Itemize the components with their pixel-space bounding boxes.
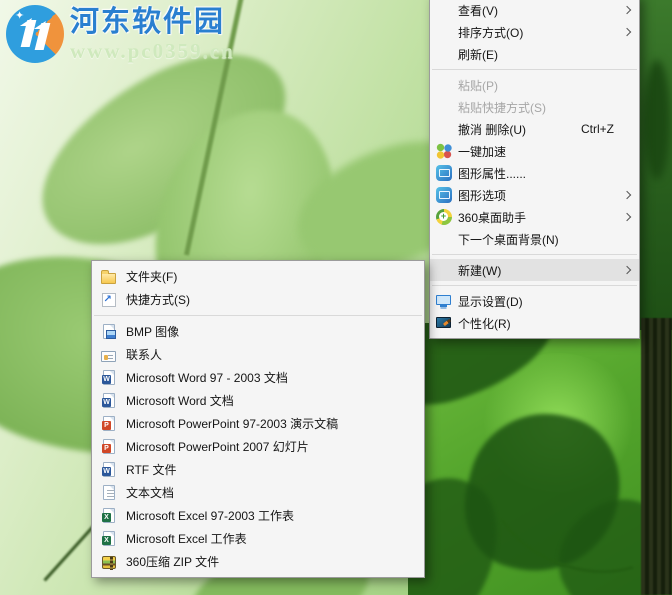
text-file-icon [103,485,115,500]
chevron-right-icon [622,5,632,15]
submenu-item-rtf[interactable]: RTF 文件 [92,458,424,481]
menu-item-display-settings[interactable]: 显示设置(D) [430,290,639,312]
menu-item-label: 查看(V) [458,3,498,18]
submenu-item-word-97-2003[interactable]: Microsoft Word 97 - 2003 文档 [92,366,424,389]
rtf-file-icon [102,462,115,477]
contact-icon [101,350,116,362]
graphics-options-icon [435,187,452,203]
menu-item-label: 粘贴快捷方式(S) [458,100,546,115]
menu-item-paste: 粘贴(P) [430,74,639,96]
menu-item-graphics-options[interactable]: 图形选项 [430,184,639,206]
menu-item-label: 图形选项 [458,188,507,203]
menu-separator [432,69,637,70]
submenu-item-label: Microsoft Excel 工作表 [126,532,247,546]
chevron-right-icon [622,265,632,275]
menu-item-next-desktop-background[interactable]: 下一个桌面背景(N) [430,228,639,250]
shortcut-key: Ctrl+Z [581,122,614,136]
menu-item-label: 图形属性...... [458,166,527,181]
folder-icon [101,269,116,284]
submenu-item-excel-97-2003[interactable]: Microsoft Excel 97-2003 工作表 [92,504,424,527]
shortcut-icon [101,293,116,307]
watermark: ✦ 河东软件园 www.pc0359.cn [6,5,235,63]
powerpoint-file-icon [102,439,115,454]
menu-item-view[interactable]: 查看(V) [430,0,639,21]
menu-item-label: 粘贴(P) [458,78,498,93]
submenu-item-label: Microsoft PowerPoint 97-2003 演示文稿 [126,417,339,431]
submenu-item-label: 文件夹(F) [126,270,178,284]
excel-file-icon [102,508,115,523]
menu-item-undo-delete[interactable]: 撤消 删除(U) Ctrl+Z [430,118,639,140]
menu-item-label: 撤消 删除(U) [458,122,526,137]
submenu-item-label: RTF 文件 [126,463,177,477]
menu-item-360-desktop-assistant[interactable]: 360桌面助手 [430,206,639,228]
submenu-item-excel[interactable]: Microsoft Excel 工作表 [92,527,424,550]
menu-item-new[interactable]: 新建(W) [430,259,639,281]
tree-trunk [641,318,672,595]
dark-foliage-region [408,323,672,595]
submenu-item-ppt-97-2003[interactable]: Microsoft PowerPoint 97-2003 演示文稿 [92,412,424,435]
submenu-item-label: 联系人 [126,348,163,362]
menu-item-paste-shortcut: 粘贴快捷方式(S) [430,96,639,118]
submenu-item-shortcut[interactable]: 快捷方式(S) [92,288,424,311]
submenu-item-label: Microsoft Excel 97-2003 工作表 [126,509,295,523]
submenu-item-bmp-image[interactable]: BMP 图像 [92,320,424,343]
display-settings-icon [435,293,452,309]
menu-item-label: 排序方式(O) [458,25,524,40]
logo-star-icon: ✦ [15,10,25,22]
graphics-properties-icon [435,165,452,181]
submenu-item-label: 360压缩 ZIP 文件 [126,555,220,569]
word-file-icon [102,370,115,385]
submenu-item-label: 快捷方式(S) [126,293,190,307]
chevron-right-icon [622,190,632,200]
menu-item-label: 360桌面助手 [458,210,527,225]
hedong-logo-icon: ✦ [6,5,64,63]
word-file-icon [102,393,115,408]
zip-file-icon [101,556,116,570]
chevron-right-icon [622,27,632,37]
menu-item-sort-by[interactable]: 排序方式(O) [430,21,639,43]
360-desktop-assistant-icon [435,209,452,225]
menu-item-label: 一键加速 [458,144,507,159]
new-submenu: 文件夹(F) 快捷方式(S) BMP 图像 联系人 Microsoft Word… [91,260,425,578]
submenu-item-label: BMP 图像 [126,325,180,339]
leaf-silhouette [644,60,670,180]
submenu-item-ppt-2007[interactable]: Microsoft PowerPoint 2007 幻灯片 [92,435,424,458]
desktop-context-menu: 查看(V) 排序方式(O) 刷新(E) 粘贴(P) 粘贴快捷方式(S) 撤消 删… [429,0,640,339]
submenu-item-label: Microsoft Word 文档 [126,394,234,408]
menu-item-label: 刷新(E) [458,47,498,62]
excel-file-icon [102,531,115,546]
menu-separator [432,285,637,286]
bmp-file-icon [103,324,116,339]
submenu-item-folder[interactable]: 文件夹(F) [92,265,424,288]
speedup-icon [435,143,452,159]
menu-item-one-key-speedup[interactable]: 一键加速 [430,140,639,162]
menu-item-label: 显示设置(D) [458,294,523,309]
watermark-url: www.pc0359.cn [70,39,235,63]
menu-separator [94,315,422,316]
personalization-icon [435,315,452,331]
watermark-title: 河东软件园 [70,6,226,38]
submenu-item-label: 文本文档 [126,486,175,500]
submenu-item-text-document[interactable]: 文本文档 [92,481,424,504]
submenu-item-word[interactable]: Microsoft Word 文档 [92,389,424,412]
submenu-item-360-zip[interactable]: 360压缩 ZIP 文件 [92,550,424,573]
menu-separator [432,254,637,255]
menu-item-personalization[interactable]: 个性化(R) [430,312,639,334]
submenu-item-contacts[interactable]: 联系人 [92,343,424,366]
powerpoint-file-icon [102,416,115,431]
submenu-item-label: Microsoft PowerPoint 2007 幻灯片 [126,440,309,454]
menu-item-label: 新建(W) [458,263,502,278]
submenu-item-label: Microsoft Word 97 - 2003 文档 [126,371,288,385]
menu-item-label: 个性化(R) [458,316,511,331]
menu-item-label: 下一个桌面背景(N) [458,232,559,247]
menu-item-refresh[interactable]: 刷新(E) [430,43,639,65]
chevron-right-icon [622,212,632,222]
menu-item-graphics-properties[interactable]: 图形属性...... [430,162,639,184]
